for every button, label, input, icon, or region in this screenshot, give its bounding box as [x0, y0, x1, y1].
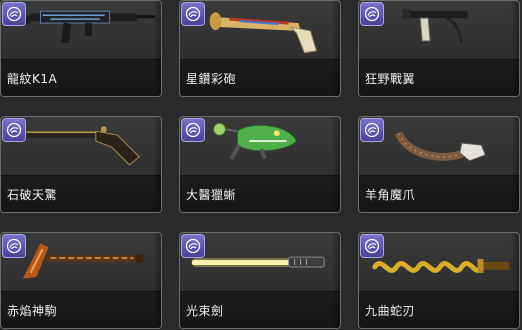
item-badge-icon [181, 118, 205, 142]
item-card-2[interactable]: 星鑽彩砲 [179, 0, 341, 97]
item-badge-icon [360, 118, 384, 142]
item-card-9[interactable]: 九曲蛇刃 [358, 232, 520, 329]
item-name: 石破天驚 [7, 188, 58, 202]
item-card-3[interactable]: 狂野戰翼 [358, 0, 520, 97]
item-name: 羊角魔爪 [365, 188, 416, 202]
item-name: 龍紋K1A [7, 72, 58, 86]
item-name: 大醫獵蜥 [186, 188, 237, 202]
item-badge-icon [2, 234, 26, 258]
item-badge-icon [2, 2, 26, 26]
item-name: 九曲蛇刃 [365, 304, 416, 318]
item-badge-icon [181, 2, 205, 26]
item-card-6[interactable]: 羊角魔爪 [358, 116, 520, 213]
item-card-7[interactable]: 赤焰神駒 [0, 232, 162, 329]
item-badge-icon [360, 2, 384, 26]
item-badge-icon [181, 234, 205, 258]
item-card-1[interactable]: 龍紋K1A [0, 0, 162, 97]
item-card-4[interactable]: 石破天驚 [0, 116, 162, 213]
item-name: 狂野戰翼 [365, 72, 416, 86]
item-badge-icon [2, 118, 26, 142]
item-name: 赤焰神駒 [7, 304, 58, 318]
item-grid: 龍紋K1A 星鑽彩砲 狂野戰翼 石破天驚 大醫獵蜥 羊角魔爪 赤焰神駒 光束劍 … [0, 0, 522, 330]
item-card-5[interactable]: 大醫獵蜥 [179, 116, 341, 213]
item-name: 星鑽彩砲 [186, 72, 237, 86]
item-card-8[interactable]: 光束劍 [179, 232, 341, 329]
item-name: 光束劍 [186, 304, 224, 318]
item-badge-icon [360, 234, 384, 258]
